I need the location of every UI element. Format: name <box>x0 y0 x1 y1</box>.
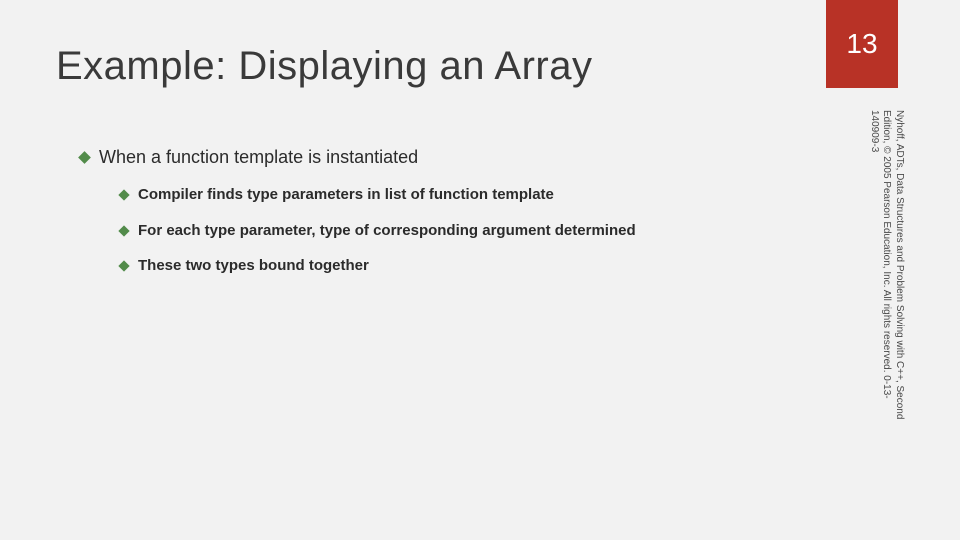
page-number: 13 <box>846 28 877 60</box>
page-number-box: 13 <box>826 0 898 88</box>
diamond-bullet-icon <box>78 151 91 164</box>
diamond-bullet-icon <box>118 261 129 272</box>
diamond-bullet-icon <box>118 190 129 201</box>
sub-bullets: Compiler finds type parameters in list o… <box>120 185 840 276</box>
diamond-bullet-icon <box>118 225 129 236</box>
attribution-text: Nyhoff, ADTs, Data Structures and Proble… <box>868 110 906 430</box>
bullet-text: Compiler finds type parameters in list o… <box>138 185 554 205</box>
bullet-level1: When a function template is instantiated <box>80 146 840 169</box>
bullet-level2: For each type parameter, type of corresp… <box>120 221 840 241</box>
bullet-level2: These two types bound together <box>120 256 840 276</box>
bullet-text: When a function template is instantiated <box>99 146 418 169</box>
slide-title: Example: Displaying an Array <box>56 44 592 89</box>
bullet-text: For each type parameter, type of corresp… <box>138 221 636 241</box>
slide-content: When a function template is instantiated… <box>80 146 840 276</box>
bullet-level2: Compiler finds type parameters in list o… <box>120 185 840 205</box>
bullet-text: These two types bound together <box>138 256 369 276</box>
slide: 13 Example: Displaying an Array When a f… <box>0 0 960 540</box>
